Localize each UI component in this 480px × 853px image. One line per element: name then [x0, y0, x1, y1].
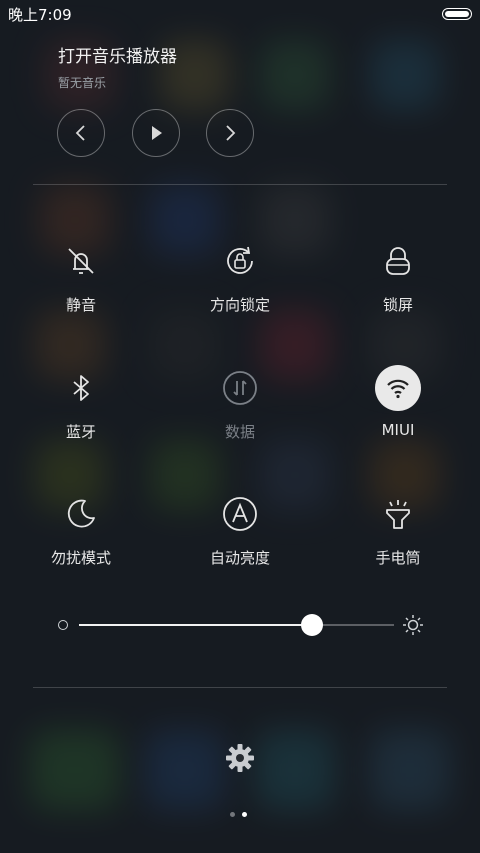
divider [33, 687, 447, 688]
play-button[interactable] [132, 109, 180, 157]
toggle-label: 静音 [65, 296, 96, 314]
brightness-high-icon [403, 615, 423, 635]
toggle-bluetooth[interactable]: 蓝牙 [21, 365, 141, 442]
divider [33, 184, 447, 185]
toggle-do-not-disturb[interactable]: 勿扰模式 [21, 491, 141, 568]
slider-thumb[interactable] [301, 614, 324, 636]
previous-button[interactable] [57, 109, 105, 157]
status-bar: 晚上7:09 [0, 0, 480, 28]
brightness-low-icon [58, 620, 68, 630]
toggle-label: MIUI [381, 421, 415, 439]
toggle-label: 数据 [224, 423, 255, 441]
toggle-auto-brightness[interactable]: 自动亮度 [180, 491, 300, 568]
toggle-mobile-data[interactable]: 数据 [180, 365, 300, 442]
toggle-label: 勿扰模式 [50, 549, 111, 567]
mobile-data-icon [223, 371, 257, 405]
music-subtitle: 暂无音乐 [58, 76, 107, 90]
toggle-rotation-lock[interactable]: 方向锁定 [180, 238, 300, 315]
status-time: 晚上7:09 [8, 6, 72, 24]
toggle-label: 方向锁定 [209, 296, 270, 314]
wifi-icon [387, 379, 409, 399]
moon-icon [67, 499, 95, 528]
page-indicator [230, 812, 247, 817]
battery-icon [442, 8, 472, 20]
chevron-right-icon [226, 125, 236, 141]
page-dot [230, 812, 235, 817]
auto-brightness-icon [223, 497, 257, 531]
next-button[interactable] [206, 109, 254, 157]
toggle-label: 蓝牙 [65, 423, 96, 441]
chevron-left-icon [75, 125, 85, 141]
toggle-wifi[interactable]: MIUI [338, 365, 458, 439]
toggle-mute[interactable]: 静音 [21, 238, 141, 315]
music-title[interactable]: 打开音乐播放器 [58, 42, 177, 67]
toggle-label: 锁屏 [382, 296, 413, 314]
flashlight-icon [386, 500, 410, 529]
music-widget[interactable]: 打开音乐播放器 暂无音乐 [58, 42, 177, 91]
play-icon [152, 126, 162, 140]
brightness-slider[interactable] [56, 612, 426, 638]
gear-icon[interactable] [224, 742, 256, 774]
bell-off-icon [68, 248, 94, 274]
rotation-lock-icon [227, 246, 253, 274]
toggle-lock-screen[interactable]: 锁屏 [338, 238, 458, 315]
toggle-flashlight[interactable]: 手电筒 [338, 491, 458, 568]
toggle-label: 手电筒 [375, 549, 421, 567]
padlock-icon [386, 247, 410, 275]
page-dot-active [242, 812, 247, 817]
slider-fill [79, 624, 313, 626]
bluetooth-icon [73, 375, 89, 401]
toggle-label: 自动亮度 [209, 549, 270, 567]
